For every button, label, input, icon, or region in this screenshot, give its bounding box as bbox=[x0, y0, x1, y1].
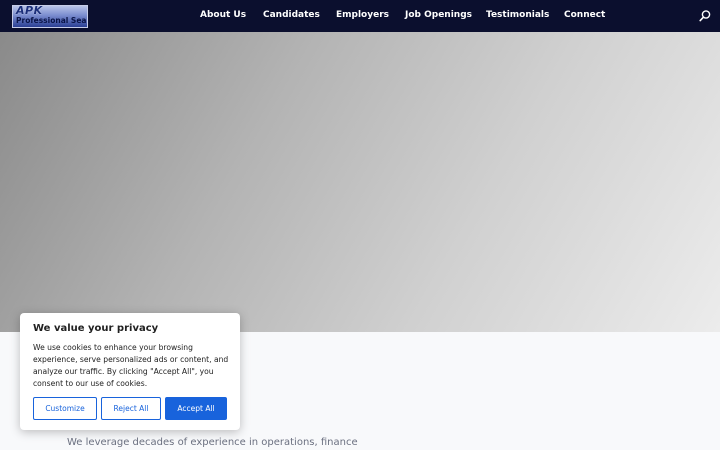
search-icon[interactable] bbox=[699, 9, 711, 23]
site-header: APK Professional Search About Us Candida… bbox=[0, 0, 720, 32]
nav-candidates[interactable]: Candidates bbox=[263, 10, 320, 20]
cookie-consent-banner: We value your privacy We use cookies to … bbox=[20, 313, 240, 430]
hero-banner bbox=[0, 32, 720, 332]
cookie-title: We value your privacy bbox=[33, 323, 159, 334]
intro-text: We leverage decades of experience in ope… bbox=[67, 437, 358, 448]
accept-all-button[interactable]: Accept All bbox=[165, 397, 227, 420]
nav-employers[interactable]: Employers bbox=[336, 10, 389, 20]
main-nav: About Us Candidates Employers Job Openin… bbox=[0, 0, 720, 32]
reject-all-button[interactable]: Reject All bbox=[101, 397, 161, 420]
nav-connect[interactable]: Connect bbox=[564, 10, 605, 20]
nav-job-openings[interactable]: Job Openings bbox=[405, 10, 472, 20]
nav-testimonials[interactable]: Testimonials bbox=[486, 10, 549, 20]
nav-about-us[interactable]: About Us bbox=[200, 10, 246, 20]
customize-button[interactable]: Customize bbox=[33, 397, 97, 420]
cookie-description: We use cookies to enhance your browsing … bbox=[33, 343, 229, 388]
